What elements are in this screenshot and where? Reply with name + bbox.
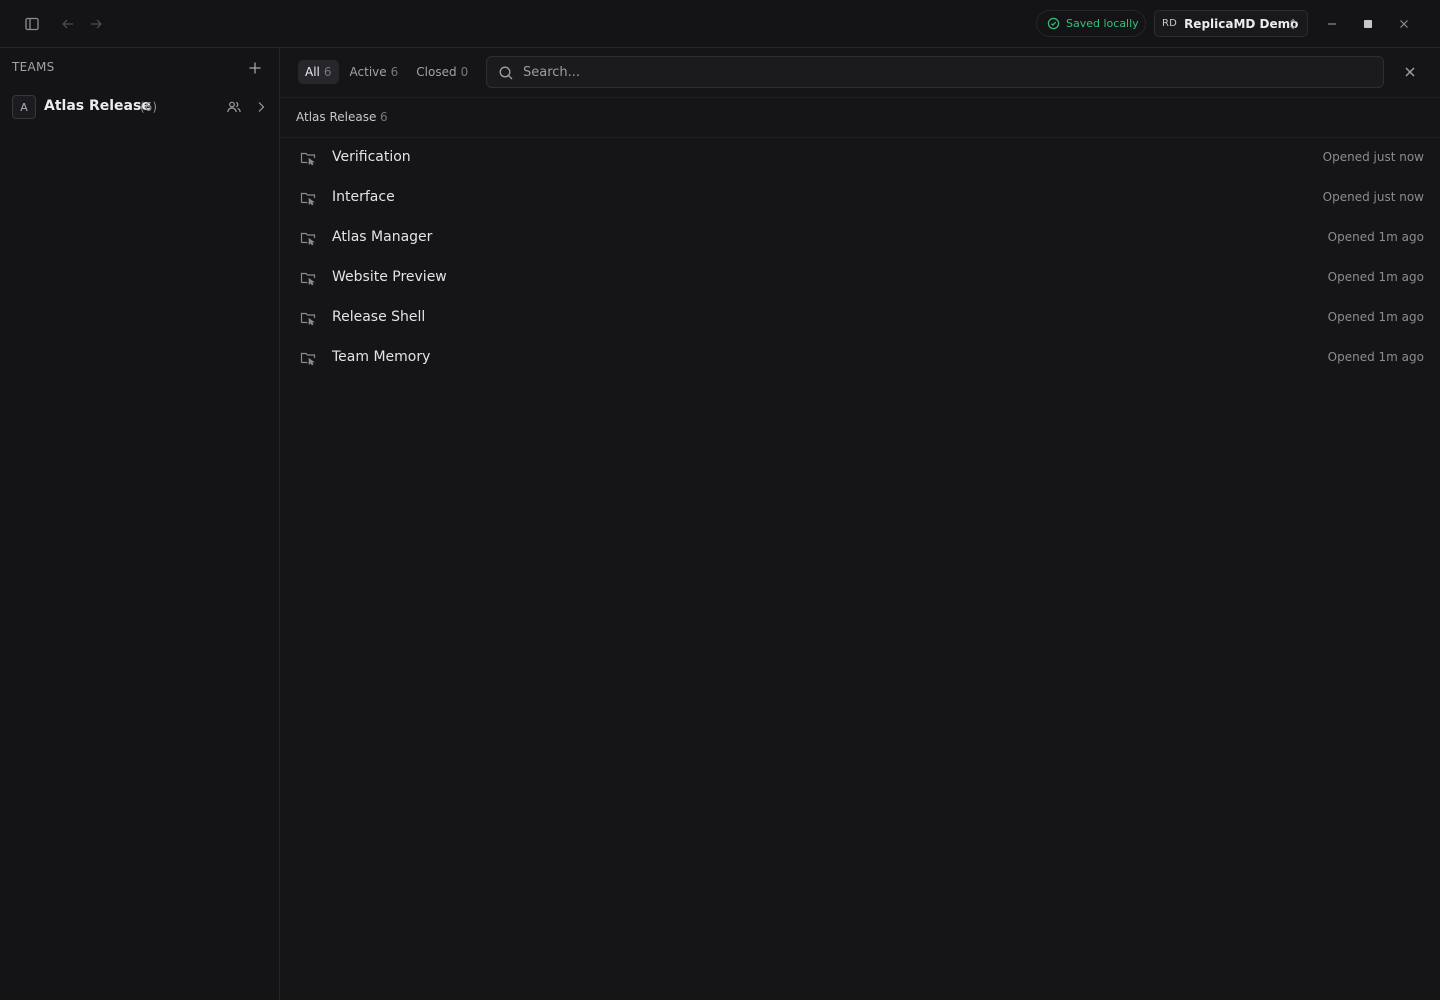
users-icon[interactable] bbox=[226, 99, 242, 115]
session-row[interactable]: Team Memory Opened 1m ago bbox=[280, 338, 1440, 378]
tab-count: 6 bbox=[323, 65, 332, 79]
tab-label: All bbox=[305, 65, 320, 79]
teams-sidebar: TEAMS A Atlas Release (6) bbox=[0, 48, 280, 1000]
add-team-icon[interactable] bbox=[245, 58, 265, 78]
check-circle-icon bbox=[1047, 17, 1060, 30]
sessions-panel: All 6 Active 6 Closed 0 Atlas Release 6 bbox=[280, 48, 1440, 1000]
saved-status-badge: Saved locally bbox=[1036, 10, 1146, 37]
folder-cursor-icon bbox=[300, 150, 316, 166]
session-title: Interface bbox=[332, 189, 395, 205]
team-item-atlas-release[interactable]: A Atlas Release (6) bbox=[0, 94, 279, 122]
team-session-count: (6) bbox=[140, 100, 157, 114]
close-icon[interactable] bbox=[1400, 62, 1420, 82]
close-window-icon[interactable] bbox=[1392, 12, 1416, 36]
sidebar-toggle-icon[interactable] bbox=[20, 12, 44, 36]
tab-count: 6 bbox=[390, 65, 399, 79]
session-title: Release Shell bbox=[332, 309, 426, 325]
tab-count: 0 bbox=[460, 65, 469, 79]
tab-all[interactable]: All 6 bbox=[298, 60, 339, 84]
chevron-right-icon[interactable] bbox=[253, 99, 269, 115]
session-row[interactable]: Verification Opened just now bbox=[280, 138, 1440, 178]
session-title: Atlas Manager bbox=[332, 229, 433, 245]
team-avatar: A bbox=[12, 95, 36, 119]
session-title: Website Preview bbox=[332, 269, 447, 285]
title-bar: Saved locally RD ReplicaMD Demo bbox=[0, 0, 1440, 48]
tab-label: Closed bbox=[416, 65, 457, 79]
folder-cursor-icon bbox=[300, 350, 316, 366]
chevrons-up-down-icon bbox=[1288, 17, 1298, 31]
saved-status-label: Saved locally bbox=[1066, 17, 1139, 30]
tab-label: Active bbox=[349, 65, 387, 79]
folder-cursor-icon bbox=[300, 270, 316, 286]
tab-closed[interactable]: Closed 0 bbox=[409, 60, 475, 84]
back-arrow-icon[interactable] bbox=[56, 12, 80, 36]
session-row[interactable]: Website Preview Opened 1m ago bbox=[280, 258, 1440, 298]
maximize-window-icon[interactable] bbox=[1356, 12, 1380, 36]
search-input[interactable] bbox=[523, 57, 1373, 87]
teams-header: TEAMS bbox=[12, 60, 55, 74]
session-opened-time: Opened 1m ago bbox=[1327, 270, 1424, 284]
status-filter-tabs: All 6 Active 6 Closed 0 bbox=[298, 60, 475, 84]
workspace-name: ReplicaMD Demo bbox=[1184, 16, 1299, 31]
session-row[interactable]: Release Shell Opened 1m ago bbox=[280, 298, 1440, 338]
session-opened-time: Opened 1m ago bbox=[1327, 230, 1424, 244]
workspace-initials: RD bbox=[1162, 18, 1178, 29]
session-opened-time: Opened just now bbox=[1322, 150, 1424, 164]
tab-active[interactable]: Active 6 bbox=[343, 60, 406, 84]
folder-cursor-icon bbox=[300, 310, 316, 326]
group-title: Atlas Release bbox=[296, 110, 377, 124]
session-title: Team Memory bbox=[332, 349, 431, 365]
session-list: Verification Opened just now Interface O… bbox=[280, 138, 1440, 378]
session-row[interactable]: Interface Opened just now bbox=[280, 178, 1440, 218]
minimize-window-icon[interactable] bbox=[1320, 12, 1344, 36]
session-title: Verification bbox=[332, 149, 411, 165]
team-group-header: Atlas Release 6 bbox=[280, 97, 1440, 138]
session-opened-time: Opened 1m ago bbox=[1327, 350, 1424, 364]
search-icon bbox=[498, 65, 514, 81]
session-row[interactable]: Atlas Manager Opened 1m ago bbox=[280, 218, 1440, 258]
search-box bbox=[486, 56, 1384, 88]
folder-cursor-icon bbox=[300, 190, 316, 206]
folder-cursor-icon bbox=[300, 230, 316, 246]
session-opened-time: Opened 1m ago bbox=[1327, 310, 1424, 324]
workspace-switcher-button[interactable]: RD ReplicaMD Demo bbox=[1154, 10, 1308, 37]
group-count: 6 bbox=[380, 110, 388, 124]
session-opened-time: Opened just now bbox=[1322, 190, 1424, 204]
forward-arrow-icon[interactable] bbox=[84, 12, 108, 36]
team-name: Atlas Release bbox=[44, 98, 151, 114]
